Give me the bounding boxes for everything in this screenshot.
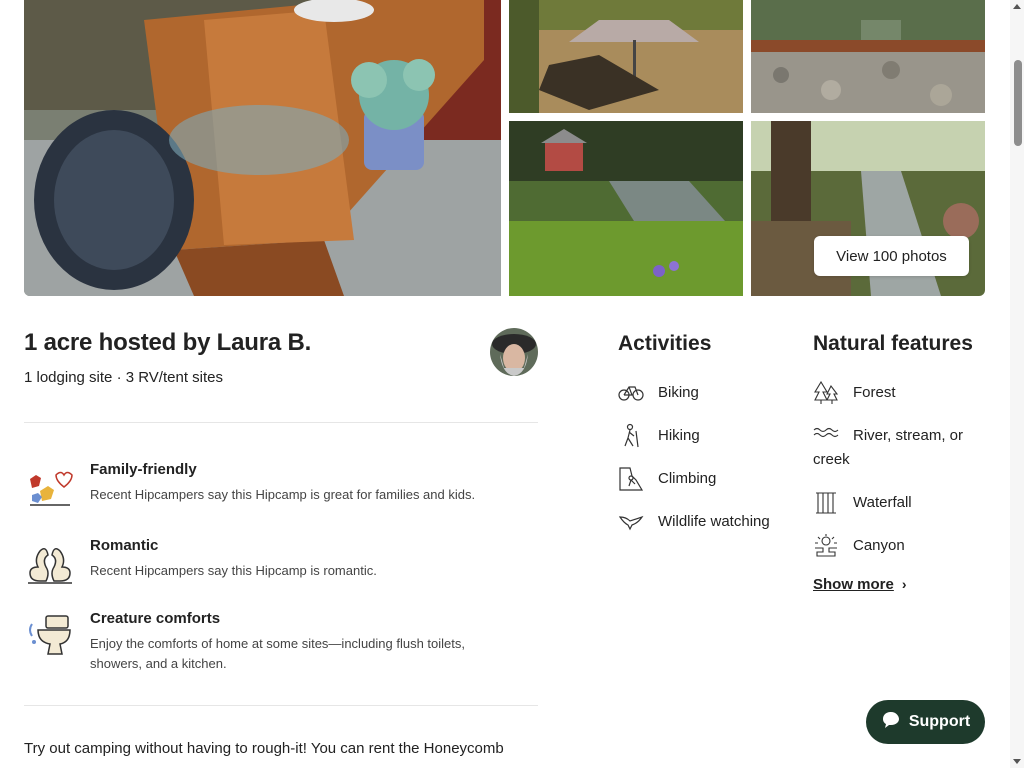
feature-description: Recent Hipcampers say this Hipcamp is gr…	[90, 487, 476, 502]
hiker-icon	[618, 423, 644, 449]
main-photo[interactable]	[24, 0, 501, 296]
forest-icon	[813, 380, 839, 406]
activities-title: Activities	[618, 332, 712, 355]
toilet-icon	[24, 610, 76, 662]
chevron-right-icon: ›	[901, 576, 907, 592]
waves-icon	[813, 423, 839, 449]
feature-description: Enjoy the comforts of home at some sites…	[90, 636, 466, 671]
support-label: Support	[908, 713, 971, 730]
canyon-icon	[813, 533, 839, 559]
natural-feature-river: River, stream, or creek	[813, 424, 988, 472]
birds-icon	[24, 461, 76, 513]
feature-creature-comforts: Creature comforts Enjoy the comforts of …	[24, 610, 538, 680]
natural-features-title: Natural features	[813, 332, 973, 355]
umbrella-photo[interactable]	[509, 0, 743, 113]
scroll-up-arrow-icon[interactable]	[1013, 4, 1021, 9]
host-title: 1 acre hosted by Laura B.	[24, 329, 312, 356]
swans-icon	[24, 537, 76, 589]
activity-biking: Biking	[618, 381, 798, 405]
listing-description: Try out camping without having to rough-…	[24, 740, 504, 757]
page-scrollbar[interactable]	[1010, 0, 1024, 768]
feature-title: Creature comforts	[90, 610, 221, 627]
natural-feature-forest: Forest	[813, 380, 988, 406]
feature-family-friendly: Family-friendly Recent Hipcampers say th…	[24, 461, 538, 521]
activity-wildlife-watching: Wildlife watching	[618, 510, 798, 534]
natural-feature-canyon: Canyon	[813, 534, 988, 558]
climbing-icon	[618, 466, 644, 492]
feature-title: Romantic	[90, 537, 159, 554]
stone-wall-photo[interactable]	[751, 0, 985, 113]
chat-bubble-icon	[881, 710, 901, 735]
bike-icon	[618, 380, 644, 406]
feature-romantic: Romantic Recent Hipcampers say this Hipc…	[24, 537, 538, 597]
show-more-link[interactable]: Show more ›	[813, 576, 907, 593]
divider	[24, 422, 538, 423]
feature-description: Recent Hipcampers say this Hipcamp is ro…	[90, 563, 377, 578]
site-summary: 1 lodging site · 3 RV/tent sites	[24, 369, 223, 386]
waterfall-icon	[813, 490, 839, 516]
divider	[24, 705, 538, 706]
feature-title: Family-friendly	[90, 461, 197, 478]
view-photos-button[interactable]: View 100 photos	[814, 236, 969, 276]
scroll-down-arrow-icon[interactable]	[1013, 759, 1021, 764]
bird-icon	[618, 509, 644, 535]
natural-feature-waterfall: Waterfall	[813, 491, 988, 515]
scrollbar-thumb[interactable]	[1014, 60, 1022, 146]
activity-hiking: Hiking	[618, 423, 798, 449]
host-avatar[interactable]	[490, 328, 538, 376]
creek-cabin-photo[interactable]	[509, 121, 743, 296]
support-button[interactable]: Support	[866, 700, 985, 744]
activity-climbing: Climbing	[618, 467, 798, 491]
